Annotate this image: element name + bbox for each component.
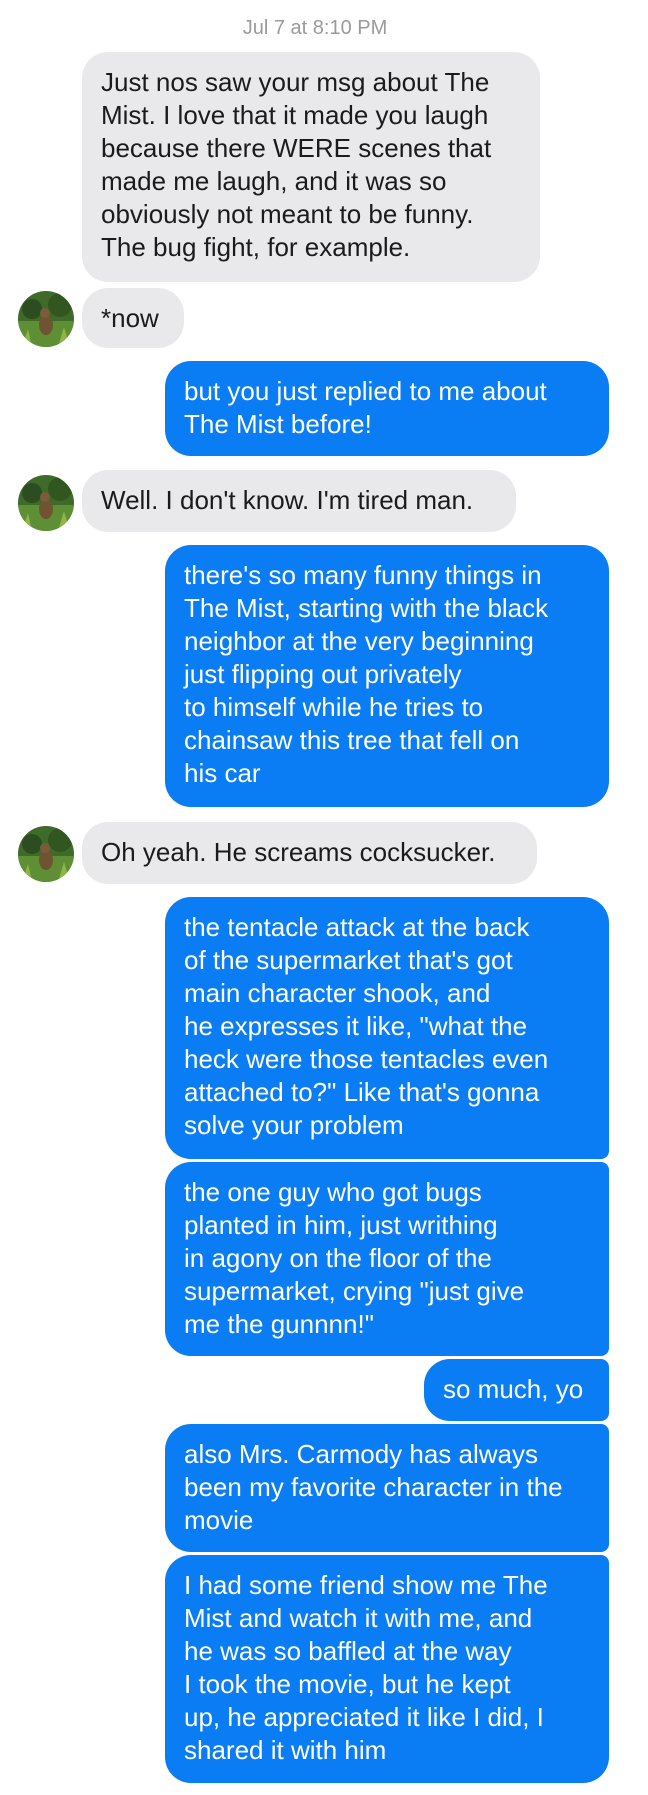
received-message-bubble[interactable]: Just nos saw your msg about The Mist. I … bbox=[82, 52, 540, 282]
contact-avatar[interactable] bbox=[18, 826, 74, 882]
conversation-timestamp: Jul 7 at 8:10 PM bbox=[242, 17, 388, 39]
sent-message-bubble[interactable]: but you just replied to me about The Mis… bbox=[165, 361, 609, 456]
sent-message-bubble[interactable]: the tentacle attack at the back of the s… bbox=[165, 897, 609, 1159]
sent-message-bubble[interactable]: so much, yo bbox=[424, 1359, 609, 1421]
received-message-bubble[interactable]: Well. I don't know. I'm tired man. bbox=[82, 470, 516, 532]
sent-message-bubble[interactable]: the one guy who got bugs planted in him,… bbox=[165, 1162, 609, 1356]
received-message-bubble[interactable]: *now bbox=[82, 288, 184, 348]
sent-message-bubble[interactable]: also Mrs. Carmody has always been my fav… bbox=[165, 1424, 609, 1552]
contact-avatar[interactable] bbox=[18, 291, 74, 347]
sent-message-bubble[interactable]: there's so many funny things in The Mist… bbox=[165, 545, 609, 807]
received-message-bubble[interactable]: Oh yeah. He screams cocksucker. bbox=[82, 822, 537, 884]
contact-avatar[interactable] bbox=[18, 475, 74, 531]
sent-message-bubble[interactable]: I had some friend show me The Mist and w… bbox=[165, 1555, 609, 1783]
